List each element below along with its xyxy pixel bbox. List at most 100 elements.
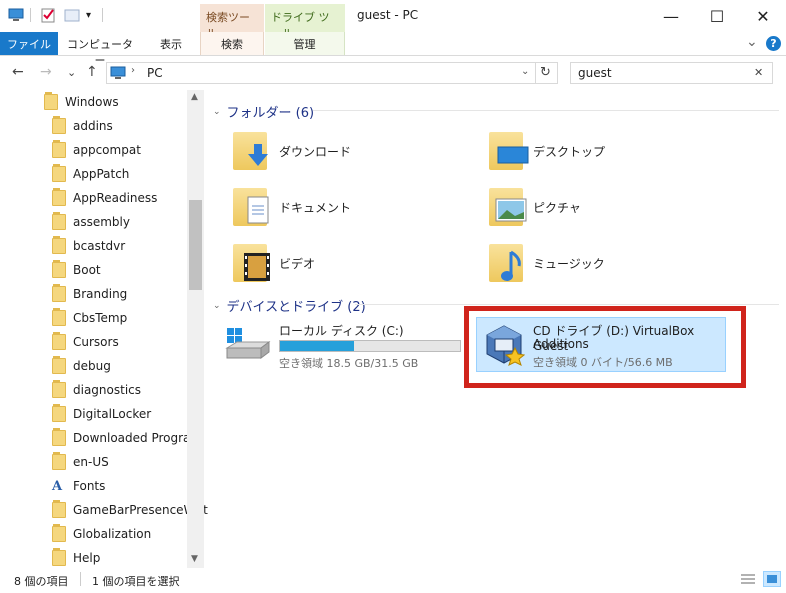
refresh-icon[interactable]: ↻ <box>540 65 551 80</box>
tab-computer[interactable]: コンピューター <box>64 32 136 67</box>
folder-item-documents[interactable]: ドキュメント <box>233 186 473 230</box>
folder-icon <box>52 500 66 518</box>
tree-item[interactable]: Cursors <box>52 331 119 353</box>
tree-item-label: AppPatch <box>73 167 130 181</box>
forward-icon[interactable]: → <box>40 64 52 80</box>
folder-item-pictures[interactable]: ピクチャ <box>489 186 729 230</box>
tree-item[interactable]: Branding <box>52 283 127 305</box>
recent-locations-icon[interactable]: ⌄ <box>67 66 76 79</box>
folder-icon <box>52 428 66 446</box>
minimize-button[interactable]: — <box>648 0 694 32</box>
folder-icon <box>52 356 66 374</box>
tree-item[interactable]: GameBarPresenceWrit <box>52 499 208 521</box>
help-icon[interactable]: ? <box>766 36 781 51</box>
folder-icon <box>52 380 66 398</box>
context-label-search-tools: 検索ツール <box>200 4 264 40</box>
folder-item-desktop[interactable]: デスクトップ <box>489 130 729 174</box>
new-folder-icon[interactable] <box>64 7 80 23</box>
folder-item-downloads[interactable]: ダウンロード <box>233 130 473 174</box>
large-icons-view-icon[interactable] <box>763 571 781 587</box>
collapse-icon[interactable]: ⌄ <box>213 107 221 117</box>
tree-item-label: diagnostics <box>73 383 142 397</box>
tree-item[interactable]: assembly <box>52 211 130 233</box>
tree-item[interactable]: AppPatch <box>52 163 129 185</box>
address-dropdown-icon[interactable]: ⌄ <box>521 66 529 77</box>
tree-item[interactable]: appcompat <box>52 139 141 161</box>
pc-icon <box>110 66 126 83</box>
properties-icon[interactable] <box>40 7 56 23</box>
address-bar[interactable]: › PC ⌄ ↻ <box>106 62 558 84</box>
folder-icon <box>52 404 66 422</box>
tree-item-label: Fonts <box>73 479 106 493</box>
divider <box>535 63 536 83</box>
close-button[interactable]: ✕ <box>740 0 786 32</box>
group-header-label: デバイスとドライブ (2) <box>226 300 366 315</box>
tree-item[interactable]: AppReadiness <box>52 187 157 209</box>
clear-search-icon[interactable]: ✕ <box>754 66 763 79</box>
tree-item[interactable]: DigitalLocker <box>52 403 151 425</box>
tree-item[interactable]: debug <box>52 355 111 377</box>
group-header-devices[interactable]: ⌄ デバイスとドライブ (2) <box>213 296 366 315</box>
ribbon: ファイル コンピューター 表示 検索 管理 ⌄ ? <box>0 32 786 67</box>
maximize-button[interactable]: ☐ <box>694 0 740 32</box>
scroll-down-icon[interactable]: ▼ <box>191 554 198 564</box>
search-value: guest <box>578 66 612 80</box>
computer-icon[interactable] <box>8 7 24 23</box>
desktop-icon <box>497 146 529 164</box>
hard-drive-icon <box>225 328 271 359</box>
divider <box>355 304 779 305</box>
folder-item-music[interactable]: ミュージック <box>489 242 729 286</box>
drive-item-c[interactable]: ローカル ディスク (C:) 空き領域 18.5 GB/31.5 GB <box>225 320 465 370</box>
drive-usage-fill <box>280 341 354 351</box>
breadcrumb-separator-icon[interactable]: › <box>131 65 135 76</box>
folder-icon <box>52 188 66 206</box>
tree-item[interactable]: A Fonts <box>52 475 105 497</box>
details-view-icon[interactable] <box>740 572 756 589</box>
tree-item[interactable]: Downloaded Program <box>52 427 202 449</box>
tree-item[interactable]: Boot <box>52 259 101 281</box>
maximize-icon: ☐ <box>709 6 725 26</box>
scrollbar-thumb[interactable] <box>189 200 202 290</box>
group-header-folders[interactable]: ⌄ フォルダー (6) <box>213 102 314 121</box>
tab-search[interactable]: 検索 <box>200 32 264 55</box>
tree-item[interactable]: CbsTemp <box>52 307 127 329</box>
tree-item-label: appcompat <box>73 143 141 157</box>
tree-item-label: Globalization <box>73 527 152 541</box>
folder-icon <box>52 548 66 566</box>
tree-item[interactable]: diagnostics <box>52 379 141 401</box>
tree-item[interactable]: en-US <box>52 451 109 473</box>
collapse-icon[interactable]: ⌄ <box>213 301 221 311</box>
tree-item-label: bcastdvr <box>73 239 126 253</box>
tree-item[interactable]: bcastdvr <box>52 235 125 257</box>
tab-view[interactable]: 表示 <box>148 32 194 55</box>
tree-item[interactable]: Globalization <box>52 523 151 545</box>
navigation-scrollbar[interactable]: ▲ ▼ <box>187 90 204 568</box>
back-icon[interactable]: ← <box>12 64 24 80</box>
customize-toolbar-icon[interactable]: ▾ <box>86 10 102 26</box>
tree-item-label: Cursors <box>73 335 119 349</box>
folder-icon <box>52 236 66 254</box>
tree-item[interactable]: Help <box>52 547 100 569</box>
navigation-bar: ← → ⌄ ↑ › PC ⌄ ↻ guest ✕ <box>0 56 786 90</box>
scroll-up-icon[interactable]: ▲ <box>191 92 198 102</box>
folder-item-videos[interactable]: ビデオ <box>233 242 473 286</box>
tab-manage[interactable]: 管理 <box>265 32 345 55</box>
up-icon[interactable]: ↑ <box>86 64 98 80</box>
drive-usage-bar <box>279 340 461 352</box>
folder-icon <box>52 452 66 470</box>
breadcrumb-pc[interactable]: PC <box>147 66 163 80</box>
search-input[interactable]: guest ✕ <box>570 62 773 84</box>
tab-file[interactable]: ファイル <box>0 32 58 55</box>
folder-icon <box>52 260 66 278</box>
tree-item-label: Boot <box>73 263 101 277</box>
tree-item-label: DigitalLocker <box>73 407 152 421</box>
divider <box>102 8 103 22</box>
group-header-label: フォルダー (6) <box>226 106 315 121</box>
tree-item[interactable]: Windows <box>44 91 119 113</box>
expand-ribbon-icon[interactable]: ⌄ <box>746 34 758 50</box>
tree-item[interactable]: addins <box>52 115 113 137</box>
tree-item-label: debug <box>73 359 111 373</box>
folder-icon <box>52 212 66 230</box>
minimize-icon: — <box>663 6 679 26</box>
folder-label: ビデオ <box>279 257 316 271</box>
